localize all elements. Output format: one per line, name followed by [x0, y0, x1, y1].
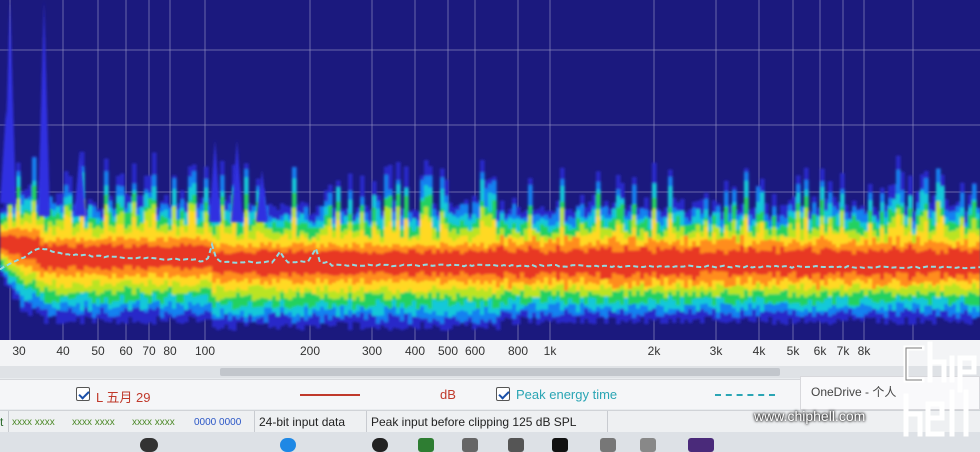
axis-tick-label: 2k: [647, 344, 661, 358]
axis-tick-label: 7k: [836, 344, 850, 358]
axis-tick-label: 800: [507, 344, 529, 358]
series1-line-swatch: [300, 394, 360, 396]
axis-tick-label: 40: [56, 344, 70, 358]
axis-tick-label: 5k: [786, 344, 800, 358]
axis-tick-label: 400: [404, 344, 426, 358]
spectrogram-plot[interactable]: [0, 0, 980, 340]
status-divider: [366, 411, 367, 433]
search-icon[interactable]: [140, 438, 158, 452]
series1-unit: dB: [440, 387, 456, 402]
app-icon[interactable]: [600, 438, 616, 452]
app-icon[interactable]: [462, 438, 478, 452]
axis-tick-label: 50: [91, 344, 105, 358]
series1-checkbox[interactable]: [76, 387, 90, 401]
app-icon[interactable]: [640, 438, 656, 452]
frequency-axis: 30 40 50 60 70 80 100 200 300 400 500 600 800 1k 2k 3k 4…: [0, 340, 980, 366]
axis-tick-label: 200: [299, 344, 321, 358]
scrollbar-thumb[interactable]: [220, 368, 780, 376]
axis-tick-label: 300: [361, 344, 383, 358]
axis-tick-label: 100: [194, 344, 216, 358]
level-meter-4: 0000 0000: [194, 417, 242, 428]
axis-tick-label: 30: [12, 344, 26, 358]
onedrive-notification[interactable]: OneDrive - 个人: [800, 376, 980, 410]
terminal-icon[interactable]: [552, 438, 568, 452]
axis-tick-label: 3k: [709, 344, 723, 358]
app-icon[interactable]: [372, 438, 388, 452]
series2-label[interactable]: Peak energy time: [516, 387, 617, 402]
axis-tick-label: 600: [464, 344, 486, 358]
axis-tick-label: 8k: [857, 344, 871, 358]
spectrogram-canvas: [0, 0, 980, 340]
axis-tick-label: 70: [142, 344, 156, 358]
excel-icon[interactable]: [418, 438, 434, 452]
series2-checkbox[interactable]: [496, 387, 510, 401]
taskbar: [0, 432, 980, 452]
status-divider: [8, 411, 9, 433]
level-meter-2: xxxx xxxx: [72, 417, 115, 428]
screen-glare: [0, 0, 980, 340]
level-meter-1: xxxx xxxx: [12, 417, 55, 428]
rew-app-icon[interactable]: [688, 438, 714, 452]
status-divider: [254, 411, 255, 433]
status-bar: t xxxx xxxx xxxx xxxx xxxx xxxx 0000 000…: [0, 410, 980, 433]
axis-tick-label: 80: [163, 344, 177, 358]
clipping-text: Peak input before clipping 125 dB SPL: [371, 415, 577, 429]
axis-tick-label: 1k: [543, 344, 557, 358]
edge-browser-icon[interactable]: [280, 438, 296, 452]
input-format-text: 24-bit input data: [259, 415, 346, 429]
app-icon[interactable]: [508, 438, 524, 452]
level-meter-3: xxxx xxxx: [132, 417, 175, 428]
status-divider: [607, 411, 608, 433]
notification-text: OneDrive - 个人: [811, 385, 897, 399]
status-marker: t: [0, 415, 4, 429]
series1-label[interactable]: L 五月 29: [96, 387, 150, 406]
axis-tick-label: 60: [119, 344, 133, 358]
series2-line-swatch: [715, 394, 775, 396]
axis-tick-label: 4k: [752, 344, 766, 358]
axis-tick-label: 500: [437, 344, 459, 358]
axis-tick-label: 6k: [813, 344, 827, 358]
